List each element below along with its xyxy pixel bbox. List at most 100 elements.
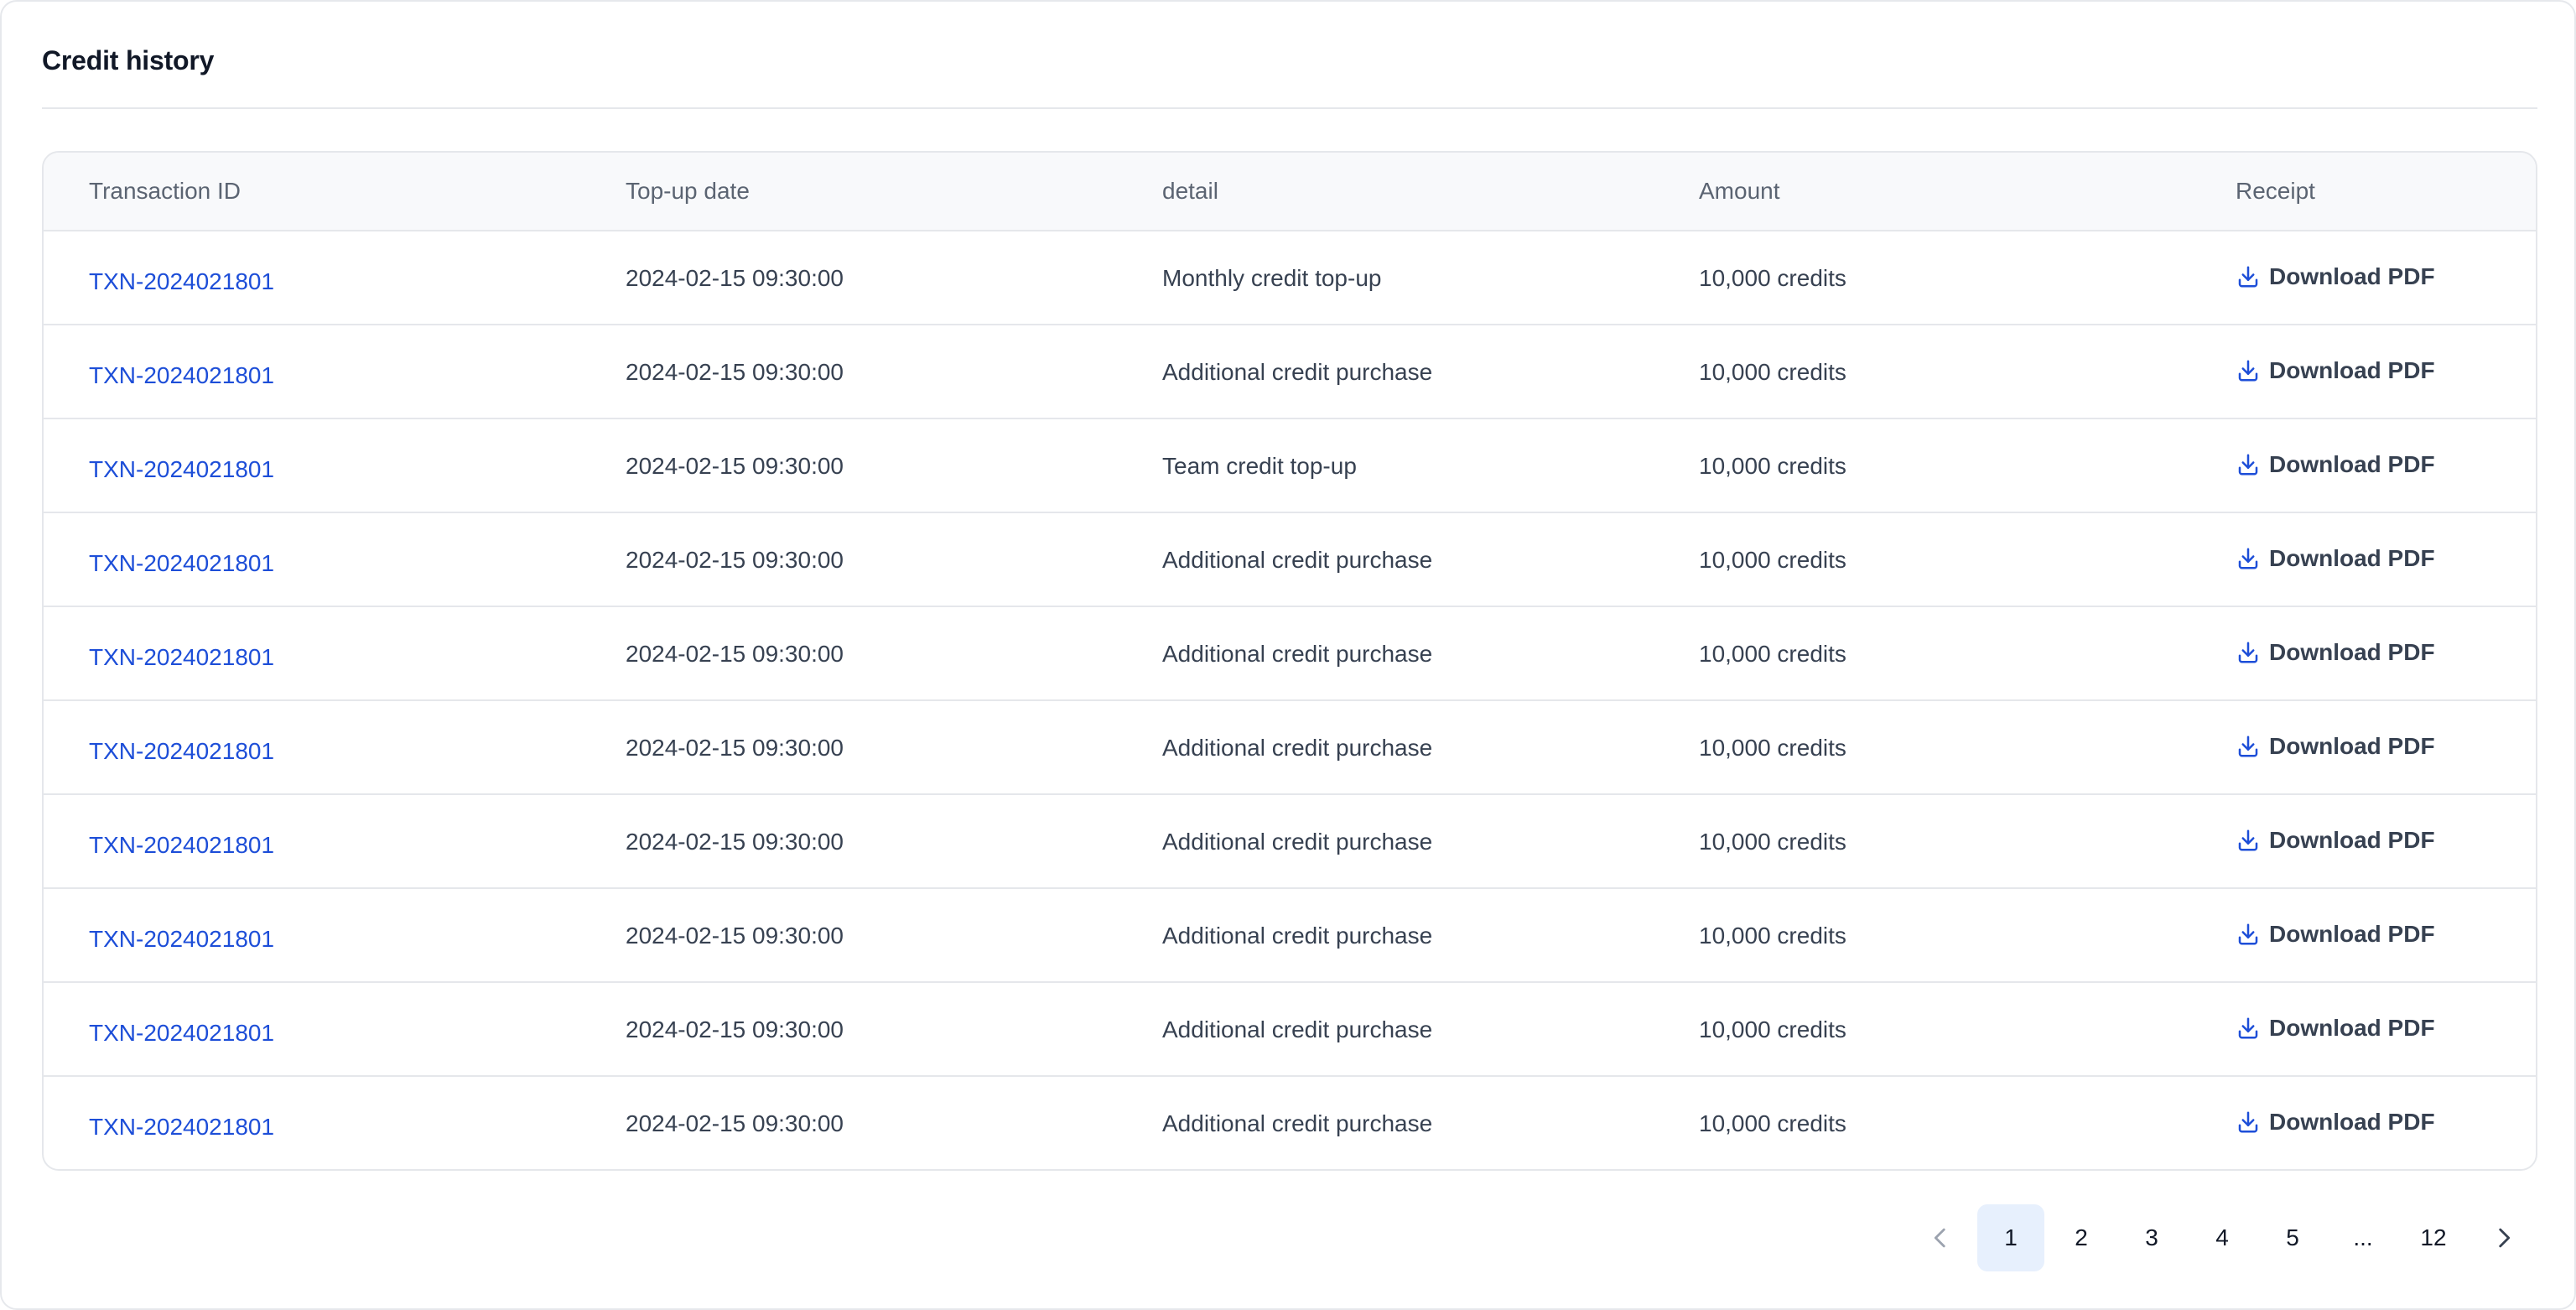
amount-cell: 10,000 credits xyxy=(1699,1016,1846,1042)
table-row: TXN-2024021801 2024-02-15 09:30:00 Additio… xyxy=(44,513,2536,607)
transaction-id-link[interactable]: TXN-2024021801 xyxy=(89,362,274,389)
detail-cell: Additional credit purchase xyxy=(1162,547,1433,573)
download-icon xyxy=(2238,548,2258,569)
download-pdf-button[interactable]: Download PDF xyxy=(2236,1109,2435,1136)
table-row: TXN-2024021801 2024-02-15 09:30:00 Team cr… xyxy=(44,419,2536,513)
top-up-date-cell: 2024-02-15 09:30:00 xyxy=(626,265,844,291)
amount-cell: 10,000 credits xyxy=(1699,735,1846,761)
detail-cell: Additional credit purchase xyxy=(1162,923,1433,949)
transaction-id-link[interactable]: TXN-2024021801 xyxy=(89,550,274,577)
download-pdf-label: Download PDF xyxy=(2269,545,2435,571)
transaction-id-link[interactable]: TXN-2024021801 xyxy=(89,1020,274,1047)
download-pdf-label: Download PDF xyxy=(2269,639,2435,665)
transaction-id-link[interactable]: TXN-2024021801 xyxy=(89,644,274,671)
table-header: Transaction ID Top-up date detail Amount… xyxy=(44,153,2536,231)
table-row: TXN-2024021801 2024-02-15 09:30:00 Additio… xyxy=(44,701,2536,795)
download-pdf-button[interactable]: Download PDF xyxy=(2236,639,2435,666)
download-pdf-label: Download PDF xyxy=(2269,1109,2435,1135)
download-pdf-label: Download PDF xyxy=(2269,921,2435,947)
page-list: 1 2 3 4 5... 12 xyxy=(1976,1204,2469,1271)
table-row: TXN-2024021801 2024-02-15 09:30:00 Monthly… xyxy=(44,231,2536,325)
column-header-receipt: Receipt xyxy=(2236,178,2315,204)
top-up-date-cell: 2024-02-15 09:30:00 xyxy=(626,923,844,949)
download-pdf-button[interactable]: Download PDF xyxy=(2236,451,2435,478)
page-button-12[interactable]: 12 xyxy=(2400,1204,2467,1271)
download-pdf-label: Download PDF xyxy=(2269,827,2435,853)
download-pdf-label: Download PDF xyxy=(2269,451,2435,477)
download-icon xyxy=(2238,829,2258,851)
pagination: 1 2 3 4 5... 12 xyxy=(1905,1203,2539,1273)
table-row: TXN-2024021801 2024-02-15 09:30:00 Additio… xyxy=(44,983,2536,1077)
column-header-amount: Amount xyxy=(1699,178,1780,204)
download-pdf-button[interactable]: Download PDF xyxy=(2236,1015,2435,1042)
table-body: TXN-2024021801 2024-02-15 09:30:00 Monthly… xyxy=(44,231,2536,1169)
download-icon xyxy=(2238,266,2258,288)
amount-cell: 10,000 credits xyxy=(1699,547,1846,573)
top-up-date-cell: 2024-02-15 09:30:00 xyxy=(626,829,844,855)
detail-cell: Additional credit purchase xyxy=(1162,359,1433,385)
table-row: TXN-2024021801 2024-02-15 09:30:00 Additio… xyxy=(44,607,2536,701)
page-button-4[interactable]: 4 xyxy=(2189,1204,2256,1271)
detail-cell: Additional credit purchase xyxy=(1162,829,1433,855)
transaction-id-link[interactable]: TXN-2024021801 xyxy=(89,738,274,765)
download-pdf-button[interactable]: Download PDF xyxy=(2236,357,2435,384)
download-icon xyxy=(2238,642,2258,663)
transaction-id-link[interactable]: TXN-2024021801 xyxy=(89,1114,274,1141)
amount-cell: 10,000 credits xyxy=(1699,359,1846,385)
download-pdf-label: Download PDF xyxy=(2269,263,2435,289)
download-pdf-button[interactable]: Download PDF xyxy=(2236,263,2435,290)
column-header-top-up-date: Top-up date xyxy=(626,178,750,204)
amount-cell: 10,000 credits xyxy=(1699,1110,1846,1136)
amount-cell: 10,000 credits xyxy=(1699,265,1846,291)
page-button-1[interactable]: 1 xyxy=(1977,1204,2044,1271)
credit-history-table: Transaction ID Top-up date detail Amount… xyxy=(42,151,2537,1171)
top-up-date-cell: 2024-02-15 09:30:00 xyxy=(626,641,844,667)
next-page-button[interactable] xyxy=(2470,1204,2537,1271)
download-pdf-button[interactable]: Download PDF xyxy=(2236,827,2435,854)
detail-cell: Monthly credit top-up xyxy=(1162,265,1382,291)
table-row: TXN-2024021801 2024-02-15 09:30:00 Additio… xyxy=(44,325,2536,419)
download-pdf-label: Download PDF xyxy=(2269,357,2435,383)
transaction-id-link[interactable]: TXN-2024021801 xyxy=(89,832,274,859)
detail-cell: Team credit top-up xyxy=(1162,453,1357,479)
amount-cell: 10,000 credits xyxy=(1699,453,1846,479)
table-row: TXN-2024021801 2024-02-15 09:30:00 Additio… xyxy=(44,889,2536,983)
chevron-left-icon xyxy=(1934,1228,1945,1248)
detail-cell: Additional credit purchase xyxy=(1162,735,1433,761)
download-pdf-button[interactable]: Download PDF xyxy=(2236,733,2435,760)
page-ellipsis: ... xyxy=(2353,1224,2373,1250)
top-up-date-cell: 2024-02-15 09:30:00 xyxy=(626,453,844,479)
transaction-id-link[interactable]: TXN-2024021801 xyxy=(89,268,274,295)
transaction-id-link[interactable]: TXN-2024021801 xyxy=(89,456,274,483)
prev-page-button[interactable] xyxy=(1907,1204,1974,1271)
detail-cell: Additional credit purchase xyxy=(1162,1016,1433,1042)
top-up-date-cell: 2024-02-15 09:30:00 xyxy=(626,1110,844,1136)
title-divider xyxy=(42,107,2537,109)
credit-history-card: Credit history Transaction ID Top-up dat… xyxy=(0,0,2576,1310)
card-title: Credit history xyxy=(42,45,215,75)
amount-cell: 10,000 credits xyxy=(1699,923,1846,949)
chevron-right-icon xyxy=(2499,1228,2511,1248)
top-up-date-cell: 2024-02-15 09:30:00 xyxy=(626,735,844,761)
detail-cell: Additional credit purchase xyxy=(1162,641,1433,667)
download-pdf-label: Download PDF xyxy=(2269,1015,2435,1041)
column-header-detail: detail xyxy=(1162,178,1218,204)
table-row: TXN-2024021801 2024-02-15 09:30:00 Additio… xyxy=(44,795,2536,889)
download-pdf-label: Download PDF xyxy=(2269,733,2435,759)
amount-cell: 10,000 credits xyxy=(1699,641,1846,667)
page-button-3[interactable]: 3 xyxy=(2118,1204,2185,1271)
amount-cell: 10,000 credits xyxy=(1699,829,1846,855)
top-up-date-cell: 2024-02-15 09:30:00 xyxy=(626,1016,844,1042)
page-button-2[interactable]: 2 xyxy=(2048,1204,2115,1271)
detail-cell: Additional credit purchase xyxy=(1162,1110,1433,1136)
table-header-row: Transaction ID Top-up date detail Amount… xyxy=(44,153,2536,231)
download-icon xyxy=(2238,1111,2258,1133)
page-button-5[interactable]: 5 xyxy=(2259,1204,2326,1271)
download-pdf-button[interactable]: Download PDF xyxy=(2236,921,2435,948)
download-icon xyxy=(2238,454,2258,476)
download-icon xyxy=(2238,1017,2258,1039)
table-row: TXN-2024021801 2024-02-15 09:30:00 Additio… xyxy=(44,1077,2536,1169)
top-up-date-cell: 2024-02-15 09:30:00 xyxy=(626,359,844,385)
download-pdf-button[interactable]: Download PDF xyxy=(2236,545,2435,572)
transaction-id-link[interactable]: TXN-2024021801 xyxy=(89,926,274,953)
